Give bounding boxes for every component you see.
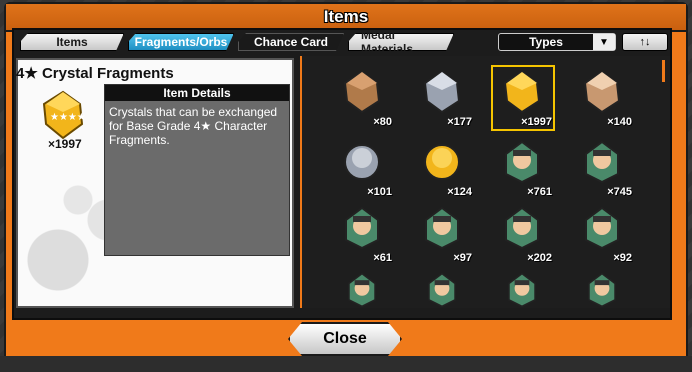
item-details-box: Item Details Crystals that can be exchan… — [104, 84, 290, 256]
item-quantity: ×745 — [607, 186, 632, 198]
item-quantity: ×1997 — [521, 116, 552, 128]
grid-item[interactable]: ×140 — [574, 68, 632, 128]
rainbow-crystal-icon — [583, 70, 621, 114]
character-fragment-icon — [588, 272, 616, 308]
character-fragment-icon — [348, 272, 376, 308]
item-name: 4★ Crystal Fragments — [16, 65, 174, 82]
game-screen: Items Items Fragments/Orbs Chance Card M… — [0, 0, 692, 372]
character-fragment-icon — [345, 206, 379, 250]
grid-item[interactable]: ×97 — [414, 204, 472, 264]
item-quantity: ×177 — [447, 116, 472, 128]
scrollbar[interactable] — [662, 60, 665, 82]
character-fragment-icon — [505, 206, 539, 250]
item-quantity: ×61 — [373, 252, 392, 264]
svg-text:★★★★: ★★★★ — [50, 112, 86, 123]
tab-medal-materials[interactable]: Medal Materials — [348, 33, 454, 51]
tab-fragments-orbs[interactable]: Fragments/Orbs — [128, 33, 234, 51]
grid-item[interactable]: ×80 — [334, 68, 392, 128]
gold-orb-icon — [424, 144, 460, 180]
grid-item[interactable]: ×177 — [414, 68, 472, 128]
character-fragment-icon — [585, 206, 619, 250]
chevron-down-icon: ▼ — [593, 34, 615, 50]
gold-crystal-icon: ★★★★ — [42, 90, 86, 140]
item-quantity: ×92 — [613, 252, 632, 264]
sort-button[interactable]: ↑↓ — [622, 33, 668, 51]
bronze-crystal-icon — [343, 70, 381, 114]
types-dropdown[interactable]: Types ▼ — [498, 33, 616, 51]
bottom-nav — [0, 356, 692, 372]
item-quantity: ×101 — [367, 186, 392, 198]
grid-item[interactable]: ×761 — [494, 138, 552, 198]
silver-crystal-icon — [423, 70, 461, 114]
grid-item[interactable]: ×1997 — [491, 65, 555, 131]
grid-item[interactable]: ×745 — [574, 138, 632, 198]
item-quantity: ×140 — [607, 116, 632, 128]
grid-item[interactable] — [574, 270, 632, 308]
grid-item[interactable]: ×124 — [414, 138, 472, 198]
window-title: Items — [323, 7, 369, 26]
item-details-header: Item Details — [105, 85, 289, 101]
tab-bar: Items Fragments/Orbs Chance Card Medal M… — [20, 33, 454, 51]
tab-chance-card[interactable]: Chance Card — [238, 33, 344, 51]
item-quantity: ×97 — [453, 252, 472, 264]
sort-icon: ↑↓ — [639, 36, 651, 48]
item-quantity: ×124 — [447, 186, 472, 198]
close-button[interactable]: Close — [288, 322, 402, 356]
silver-orb-icon — [344, 144, 380, 180]
character-fragment-icon — [508, 272, 536, 308]
item-quantity: ×80 — [373, 116, 392, 128]
grid-item[interactable] — [414, 270, 472, 308]
character-fragment-icon — [585, 140, 619, 184]
item-description: Crystals that can be exchanged for Base … — [109, 105, 278, 147]
grid-item[interactable] — [334, 270, 392, 308]
character-fragment-icon — [425, 206, 459, 250]
grid-item[interactable]: ×101 — [334, 138, 392, 198]
types-label: Types — [529, 35, 563, 49]
character-fragment-icon — [505, 140, 539, 184]
item-quantity: ×202 — [527, 252, 552, 264]
tab-items[interactable]: Items — [20, 33, 124, 51]
grid-item[interactable] — [494, 270, 552, 308]
gold-crystal-icon — [503, 70, 541, 114]
item-count: ×1997 — [48, 137, 82, 151]
grid-item[interactable]: ×202 — [494, 204, 552, 264]
grid-item[interactable]: ×92 — [574, 204, 632, 264]
character-fragment-icon — [428, 272, 456, 308]
grid-item[interactable]: ×61 — [334, 204, 392, 264]
item-quantity: ×761 — [527, 186, 552, 198]
